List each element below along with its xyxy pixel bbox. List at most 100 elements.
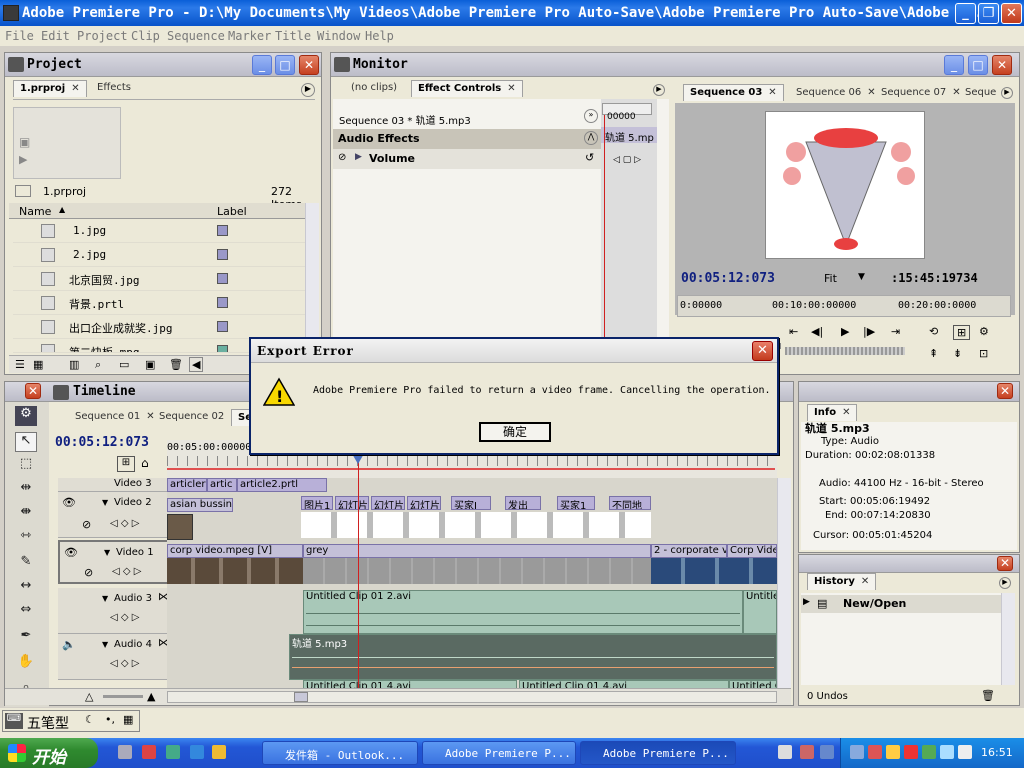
output-icon[interactable]: ⚙ — [979, 325, 989, 338]
clip-video2[interactable]: 买家1 — [557, 496, 595, 510]
punctuation-icon[interactable]: •, — [105, 713, 115, 726]
eye-icon[interactable]: 👁 — [62, 496, 76, 509]
shield-icon[interactable] — [904, 745, 918, 759]
zoom-out-icon[interactable]: △ — [85, 690, 93, 703]
tab-close-icon[interactable]: ✕ — [842, 407, 850, 418]
tab-sequence-07[interactable]: Sequence 07 ✕ — [875, 85, 967, 102]
clip-video3[interactable]: articler — [167, 478, 207, 492]
tray-icon[interactable] — [868, 745, 882, 759]
tab-sequence-more[interactable]: Seque — [959, 85, 999, 102]
start-button[interactable]: 开始 — [0, 738, 98, 768]
list-item[interactable]: 出口企业成就奖.jpg — [13, 315, 308, 339]
list-view-icon[interactable]: ☰ — [15, 358, 25, 371]
show-timeline-icon[interactable]: » — [584, 109, 598, 123]
taskbar-premiere[interactable]: Adobe Premiere P... — [580, 741, 736, 765]
new-bin-icon[interactable]: ▭ — [119, 358, 129, 371]
project-scrollbar[interactable] — [305, 203, 319, 353]
play-icon[interactable]: ▶ — [19, 153, 27, 166]
quicklaunch-icon[interactable] — [212, 745, 226, 759]
clip-video2[interactable]: asian bussiness — [167, 498, 233, 512]
rate-stretch-icon[interactable]: ⇿ — [15, 528, 37, 548]
clip-video2[interactable]: 不同地 — [609, 496, 651, 510]
panel-minimize-button[interactable]: _ — [944, 55, 964, 75]
panel-maximize-button[interactable]: □ — [968, 55, 988, 75]
sync-lock-icon[interactable]: ⊘ — [84, 566, 93, 579]
tab-history[interactable]: History ✕ — [807, 573, 877, 590]
tab-effects[interactable]: Effects — [91, 80, 137, 97]
lift-icon[interactable]: ⇞ — [929, 347, 938, 360]
go-to-out-icon[interactable]: ⇥ — [891, 325, 900, 338]
reset-icon[interactable]: ↺ — [585, 151, 594, 164]
razor-icon[interactable]: ✎ — [15, 554, 37, 574]
tray-icon[interactable] — [850, 745, 864, 759]
expand-triangle-icon[interactable]: ▼ — [102, 640, 108, 649]
timeline-vscroll[interactable] — [777, 478, 791, 688]
tab-close-icon[interactable]: ✕ — [71, 83, 79, 94]
expand-triangle-icon[interactable]: ▶ — [355, 152, 362, 162]
slip-icon[interactable]: ↔ — [15, 578, 37, 598]
history-scrollbar[interactable] — [1001, 593, 1015, 685]
keyframe-nav-icon[interactable]: ◁ ◇ ▷ — [112, 566, 141, 577]
menu-title[interactable]: Title — [275, 29, 311, 43]
menu-edit[interactable]: Edit — [41, 29, 70, 43]
column-label[interactable]: Label — [217, 205, 247, 218]
track-header-video2[interactable]: 👁 ▼ Video 2 ⊘ ◁ ◇ ▷ — [58, 492, 170, 538]
keyframe-nav-icon[interactable]: ◁ ◇ ▷ — [110, 612, 139, 623]
list-item[interactable]: 北京国贸.jpg — [13, 267, 308, 291]
timeline-hscroll[interactable] — [167, 691, 777, 703]
panel-maximize-button[interactable]: □ — [275, 55, 295, 75]
trash-icon[interactable]: 🗑 — [169, 358, 183, 371]
tab-close-icon[interactable]: ✕ — [768, 87, 776, 98]
ripple-edit-icon[interactable]: ⇹ — [15, 480, 37, 500]
program-ruler[interactable]: 0:00000 00:10:00:00000 00:20:00:0000 — [677, 295, 1011, 317]
close-button[interactable]: ✕ — [1001, 3, 1022, 24]
restore-button[interactable]: ❐ — [978, 3, 999, 24]
list-item[interactable]: 1.jpg — [13, 219, 308, 243]
expand-triangle-icon[interactable]: ▼ — [102, 594, 108, 603]
menu-clip[interactable]: Clip — [131, 29, 160, 43]
pen-icon[interactable]: ✒ — [15, 628, 37, 648]
quicklaunch-icon[interactable] — [166, 745, 180, 759]
clip-video3[interactable]: artic — [207, 478, 237, 492]
menu-marker[interactable]: Marker — [228, 29, 271, 43]
minimize-button[interactable]: _ — [955, 3, 976, 24]
tab-no-clips[interactable]: (no clips) — [345, 80, 403, 97]
clip-video1[interactable]: 2 - corporate vi — [651, 544, 727, 558]
clip-video3[interactable]: article2.prtl — [237, 478, 327, 492]
clip-video1[interactable]: corp video.mpeg [V] — [167, 544, 303, 558]
track-select-icon[interactable]: ⬚ — [15, 456, 37, 476]
tab-sequence-03[interactable]: Sequence 03 ✕ — [683, 84, 784, 101]
keyframe-nav-icon[interactable]: ◁ ▢ ▷ — [613, 155, 641, 165]
icon-view-icon[interactable]: ▦ — [33, 358, 43, 371]
find-icon[interactable]: ⌕ — [95, 358, 101, 372]
rolling-edit-icon[interactable]: ⇼ — [15, 504, 37, 524]
panel-close-button[interactable]: ✕ — [992, 55, 1012, 75]
speaker-icon[interactable]: 🔈 — [62, 638, 76, 651]
hand-icon[interactable]: ✋ — [15, 654, 37, 674]
menu-project[interactable]: Project — [77, 29, 128, 43]
selection-tool-icon[interactable]: ↖ — [15, 432, 37, 452]
tab-close-icon[interactable]: ✕ — [507, 83, 515, 94]
tray-icon[interactable] — [922, 745, 936, 759]
list-item[interactable]: 背景.prtl — [13, 291, 308, 315]
slide-icon[interactable]: ⇔ — [15, 602, 37, 622]
quicklaunch-icon[interactable] — [118, 745, 132, 759]
ime-mode-label[interactable]: 五笔型 — [27, 713, 69, 733]
extract-icon[interactable]: ⇟ — [953, 347, 962, 360]
expand-triangle-icon[interactable]: ▼ — [102, 498, 108, 507]
tray-ime-icon[interactable] — [778, 745, 792, 759]
ie-icon[interactable] — [190, 745, 204, 759]
clip-video2[interactable]: 幻灯片 — [371, 496, 405, 510]
program-timecode[interactable]: 00:05:12:073 — [681, 271, 775, 286]
zoom-in-icon[interactable]: ▲ — [147, 690, 155, 703]
panel-close-button[interactable]: ✕ — [997, 556, 1013, 571]
history-item[interactable]: ▶ ▤ New/Open — [801, 595, 1001, 613]
expand-triangle-icon[interactable]: ▼ — [104, 548, 110, 557]
clip-video2[interactable]: 幻灯片 — [407, 496, 441, 510]
tray-icon[interactable] — [886, 745, 900, 759]
clip-video1-grey[interactable]: grey — [303, 544, 651, 558]
volume-icon[interactable] — [940, 745, 954, 759]
tray-icon[interactable] — [800, 745, 814, 759]
tab-sequence-01[interactable]: Sequence 01 ✕ — [69, 409, 161, 426]
tab-project-file[interactable]: 1.prproj ✕ — [13, 80, 87, 97]
